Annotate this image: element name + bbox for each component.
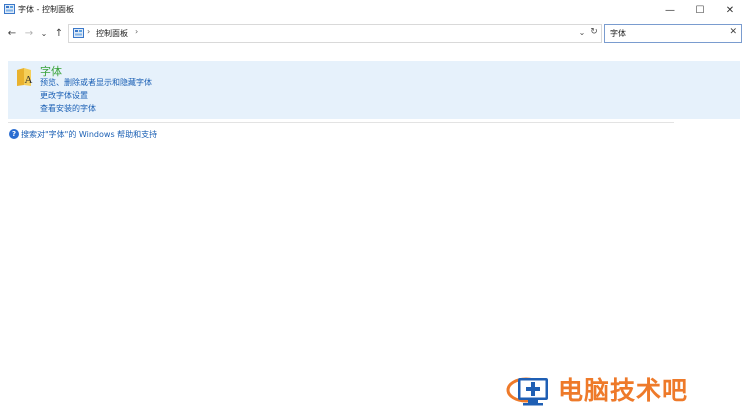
result-link-view-installed[interactable]: 查看安装的字体 bbox=[40, 103, 96, 114]
search-box[interactable]: 字体 ✕ bbox=[604, 24, 742, 43]
control-panel-icon bbox=[4, 4, 15, 14]
result-link-preview-delete[interactable]: 预览、删除或者显示和隐藏字体 bbox=[40, 77, 152, 88]
close-button[interactable]: ✕ bbox=[715, 0, 745, 20]
result-link-change-settings[interactable]: 更改字体设置 bbox=[40, 90, 88, 101]
breadcrumb-control-panel[interactable]: 控制面板 bbox=[96, 28, 128, 39]
recent-locations-button[interactable]: ⌄ bbox=[37, 26, 51, 40]
search-input[interactable]: 字体 bbox=[610, 28, 626, 39]
title-bar: 字体 - 控制面板 — ☐ ✕ bbox=[0, 0, 746, 20]
address-dropdown-button[interactable]: ⌄ bbox=[577, 25, 587, 39]
help-link[interactable]: 搜索对"字体"的 Windows 帮助和支持 bbox=[21, 129, 157, 140]
control-panel-icon bbox=[73, 28, 84, 38]
forward-button[interactable]: → bbox=[22, 26, 36, 40]
search-result-panel bbox=[8, 61, 740, 119]
fonts-folder-icon: A bbox=[17, 68, 33, 86]
breadcrumb-separator[interactable]: › bbox=[87, 27, 90, 36]
window-title: 字体 - 控制面板 bbox=[18, 5, 74, 14]
breadcrumb-separator[interactable]: › bbox=[135, 27, 138, 36]
divider bbox=[8, 122, 674, 123]
minimize-button[interactable]: — bbox=[655, 0, 685, 20]
address-bar[interactable]: › 控制面板 › bbox=[68, 24, 602, 43]
up-button[interactable]: ↑ bbox=[52, 26, 66, 40]
maximize-button[interactable]: ☐ bbox=[685, 0, 715, 20]
watermark-text: 电脑技术吧 bbox=[558, 376, 689, 405]
help-icon: ? bbox=[9, 129, 19, 139]
refresh-button[interactable]: ↻ bbox=[588, 25, 600, 39]
svg-text:A: A bbox=[25, 74, 33, 86]
back-button[interactable]: ← bbox=[5, 26, 19, 40]
clear-search-button[interactable]: ✕ bbox=[729, 27, 737, 37]
